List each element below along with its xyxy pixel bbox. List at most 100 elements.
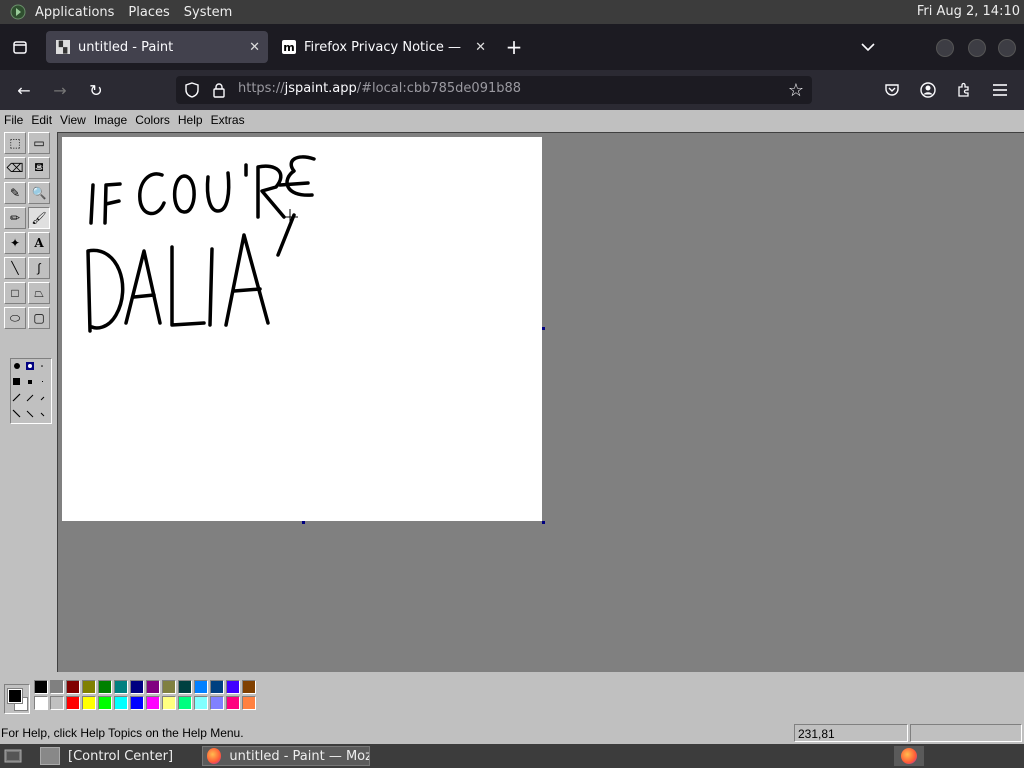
control-center-icon (40, 747, 60, 765)
current-colors[interactable] (4, 684, 30, 714)
airbrush-icon[interactable]: ✦ (4, 232, 26, 254)
applications-menu[interactable]: Applications (28, 5, 121, 20)
menu-colors[interactable]: Colors (131, 113, 174, 127)
magnifier-icon[interactable]: 🔍 (28, 182, 50, 204)
palette-swatch[interactable] (82, 680, 96, 694)
shield-icon[interactable] (184, 82, 200, 102)
canvas-area[interactable] (57, 132, 1024, 673)
palette-swatch[interactable] (194, 696, 208, 710)
palette-swatch[interactable] (66, 680, 80, 694)
curve-icon[interactable]: ∫ (28, 257, 50, 279)
url-text[interactable]: https://jspaint.app/#local:cbb785de091b8… (238, 81, 521, 96)
palette-swatch[interactable] (162, 680, 176, 694)
menu-view[interactable]: View (56, 113, 90, 127)
line-icon[interactable]: ╲ (4, 257, 26, 279)
rectangle-icon[interactable]: □ (4, 282, 26, 304)
text-tool-icon[interactable]: A (28, 232, 50, 254)
tab-paint[interactable]: ▚ untitled - Paint ✕ (46, 31, 268, 63)
top-panel: Applications Places System Fri Aug 2, 14… (0, 0, 1024, 24)
drawing-canvas[interactable] (62, 137, 545, 524)
hamburger-menu-icon[interactable] (988, 79, 1012, 101)
menu-file[interactable]: File (0, 113, 27, 127)
back-arrow-icon[interactable]: ← (12, 79, 36, 101)
taskbar-item-paint-firefox[interactable]: untitled - Paint — Moz... (202, 746, 370, 766)
palette-swatch[interactable] (98, 696, 112, 710)
reload-icon[interactable]: ↻ (84, 79, 108, 101)
palette-swatch[interactable] (34, 680, 48, 694)
palette-swatch[interactable] (50, 696, 64, 710)
brush-icon[interactable]: 🖌 (28, 207, 50, 229)
menu-edit[interactable]: Edit (27, 113, 56, 127)
palette-swatch[interactable] (130, 680, 144, 694)
palette-swatch[interactable] (226, 696, 240, 710)
tab-title: Firefox Privacy Notice — Mo (304, 39, 464, 55)
color-box (0, 672, 1024, 718)
bookmark-star-icon[interactable]: ☆ (788, 80, 804, 101)
window-maximize-button[interactable] (968, 39, 986, 57)
window-minimize-button[interactable] (936, 39, 954, 57)
palette-swatch[interactable] (242, 696, 256, 710)
palette-swatch[interactable] (210, 680, 224, 694)
lock-icon[interactable] (212, 82, 226, 102)
palette-swatch[interactable] (114, 696, 128, 710)
palette-swatch[interactable] (82, 696, 96, 710)
window-close-button[interactable] (998, 39, 1016, 57)
eraser-icon[interactable]: ⌫ (4, 157, 26, 179)
palette-swatch[interactable] (34, 696, 48, 710)
palette-swatch[interactable] (146, 696, 160, 710)
menu-help[interactable]: Help (174, 113, 207, 127)
palette-swatch[interactable] (242, 680, 256, 694)
palette-swatch[interactable] (178, 680, 192, 694)
palette-swatch[interactable] (226, 680, 240, 694)
gnome-foot-icon[interactable] (8, 2, 28, 22)
palette-swatch[interactable] (114, 680, 128, 694)
palette-swatch[interactable] (130, 696, 144, 710)
free-form-select-icon[interactable]: ⬚ (4, 132, 26, 154)
status-bar: For Help, click Help Topics on the Help … (0, 722, 1024, 744)
brush-options[interactable] (10, 358, 52, 424)
close-tab-icon[interactable]: ✕ (475, 40, 486, 55)
extensions-icon[interactable] (952, 79, 976, 101)
resize-handle-bottom[interactable] (302, 521, 305, 524)
palette-swatch[interactable] (50, 680, 64, 694)
resize-handle-right[interactable] (542, 327, 545, 330)
ellipse-icon[interactable]: ⬭ (4, 307, 26, 329)
system-menu[interactable]: System (177, 5, 239, 20)
resize-handle-corner[interactable] (542, 521, 545, 524)
browser-nav-bar: ← → ↻ https://jspaint.app/#local:cbb785d… (0, 70, 1024, 110)
places-menu[interactable]: Places (121, 5, 176, 20)
forward-arrow-icon[interactable]: → (48, 79, 72, 101)
palette-swatch[interactable] (162, 696, 176, 710)
tab-title: untitled - Paint (78, 39, 174, 55)
polygon-icon[interactable]: ⏢ (28, 282, 50, 304)
paint-menu-bar: File Edit View Image Colors Help Extras (0, 110, 1024, 130)
taskbar-item-control-center[interactable]: [Control Center] (36, 746, 196, 766)
foreground-color[interactable] (7, 688, 23, 704)
show-desktop-button[interactable] (2, 746, 24, 766)
pocket-icon[interactable] (880, 79, 904, 101)
palette-swatch[interactable] (194, 680, 208, 694)
menu-extras[interactable]: Extras (207, 113, 249, 127)
menu-image[interactable]: Image (90, 113, 131, 127)
status-coordinates: 231,81 (794, 724, 908, 742)
list-all-tabs-icon[interactable] (856, 36, 880, 58)
clock[interactable]: Fri Aug 2, 14:10 (917, 4, 1020, 19)
pencil-icon[interactable]: ✏ (4, 207, 26, 229)
pick-color-icon[interactable]: ✎ (4, 182, 26, 204)
tab-overview-icon[interactable] (8, 36, 32, 58)
fill-icon[interactable]: ⛾ (28, 157, 50, 179)
paint-app: File Edit View Image Colors Help Extras … (0, 110, 1024, 744)
palette-swatch[interactable] (66, 696, 80, 710)
palette-swatch[interactable] (98, 680, 112, 694)
palette-swatch[interactable] (146, 680, 160, 694)
account-icon[interactable] (916, 79, 940, 101)
new-tab-button[interactable]: + (502, 35, 526, 59)
tab-privacy-notice[interactable]: m Firefox Privacy Notice — Mo ✕ (272, 31, 494, 63)
url-bar[interactable]: https://jspaint.app/#local:cbb785de091b8… (176, 76, 812, 104)
palette-swatch[interactable] (210, 696, 224, 710)
palette-swatch[interactable] (178, 696, 192, 710)
rounded-rectangle-icon[interactable]: ▢ (28, 307, 50, 329)
tray-firefox-icon[interactable] (894, 746, 924, 766)
rect-select-icon[interactable]: ▭ (28, 132, 50, 154)
close-tab-icon[interactable]: ✕ (249, 40, 260, 55)
